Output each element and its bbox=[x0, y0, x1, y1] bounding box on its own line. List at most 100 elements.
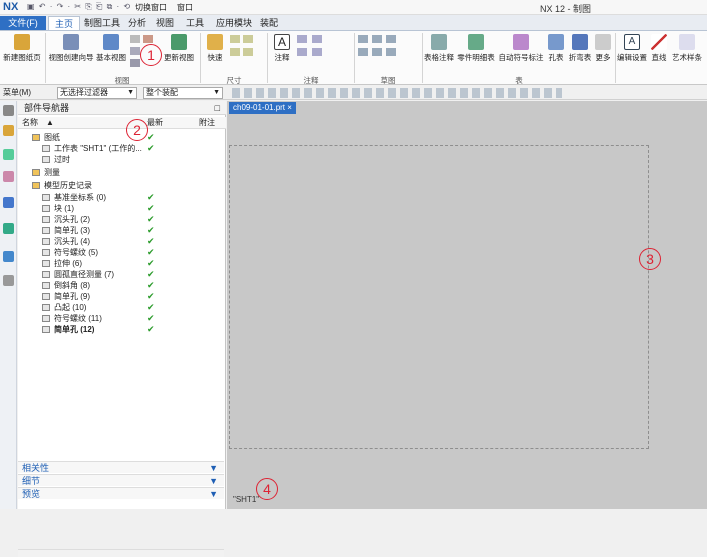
tree-row[interactable]: 沉头孔 (2) ✔ bbox=[18, 214, 224, 225]
tree-row[interactable]: 块 (1) ✔ bbox=[18, 203, 224, 214]
sort-up-icon: ▲ bbox=[46, 118, 54, 127]
sketch-point-icon[interactable] bbox=[372, 48, 382, 56]
hd3d-tools-icon[interactable] bbox=[3, 197, 14, 208]
maximize-icon[interactable]: □ bbox=[215, 101, 220, 115]
detail-view-icon[interactable] bbox=[130, 47, 140, 55]
line-button[interactable]: 直线 bbox=[650, 34, 668, 63]
feature-icon bbox=[42, 216, 50, 223]
update-view-button[interactable]: 更新视图 bbox=[163, 34, 195, 63]
tab-tools[interactable]: 工具 bbox=[180, 16, 210, 30]
panel-dependencies[interactable]: 相关性 ▼ bbox=[18, 461, 224, 473]
assembly-scope-select[interactable]: 整个装配 ▼ bbox=[143, 87, 223, 99]
auto-balloon-button[interactable]: 自动符号标注 bbox=[498, 34, 544, 63]
column-latest[interactable]: 最新 bbox=[147, 117, 163, 129]
view-wizard-label: 视图创建向导 bbox=[48, 53, 94, 62]
surface-finish-icon[interactable] bbox=[297, 48, 307, 56]
tree-row[interactable]: 简单孔 (3) ✔ bbox=[18, 225, 224, 236]
gear-icon[interactable] bbox=[3, 105, 14, 116]
tree-row-label: 简单孔 (12) bbox=[54, 325, 95, 334]
tab-analysis[interactable]: 分析 bbox=[122, 16, 152, 30]
tree-row-label: 沉头孔 (2) bbox=[54, 215, 90, 224]
section-view-icon[interactable] bbox=[143, 35, 153, 43]
document-tab[interactable]: ch09-01-01.prt × bbox=[229, 102, 296, 114]
feature-control-icon[interactable] bbox=[297, 35, 307, 43]
tab-drafting-tools[interactable]: 制图工具 bbox=[78, 16, 126, 30]
parts-list-button[interactable]: 零件明细表 bbox=[456, 34, 496, 63]
feature-icon bbox=[42, 205, 50, 212]
selection-filter-select[interactable]: 无选择过滤器 ▼ bbox=[57, 87, 137, 99]
tab-home[interactable]: 主页 bbox=[48, 16, 81, 30]
assembly-navigator-icon[interactable] bbox=[3, 125, 14, 136]
hole-table-button[interactable]: 孔表 bbox=[545, 34, 567, 63]
sketch-spline-icon[interactable] bbox=[386, 48, 396, 56]
more-button[interactable]: 更多 bbox=[594, 34, 612, 63]
linear-dimension-icon[interactable] bbox=[230, 35, 240, 43]
tree-row[interactable]: 拉伸 (6) ✔ bbox=[18, 258, 224, 269]
web-browser-icon[interactable] bbox=[3, 223, 14, 234]
tree-row-label: 简单孔 (3) bbox=[54, 226, 90, 235]
tree-row[interactable]: 测量 bbox=[18, 167, 224, 178]
tree-row[interactable]: 简单孔 (9) ✔ bbox=[18, 291, 224, 302]
horizontal-scrollbar[interactable] bbox=[18, 549, 224, 557]
roles-icon[interactable] bbox=[3, 275, 14, 286]
datum-icon[interactable] bbox=[312, 35, 322, 43]
tab-assembly[interactable]: 装配 bbox=[254, 16, 284, 30]
sketch-circle-icon[interactable] bbox=[386, 35, 396, 43]
quick-dimension-button[interactable]: 快速 bbox=[203, 34, 227, 63]
chamfer-dimension-icon[interactable] bbox=[243, 48, 253, 56]
bend-table-button[interactable]: 折弯表 bbox=[568, 34, 592, 63]
snap-toolbar[interactable] bbox=[232, 88, 562, 98]
tree-row[interactable]: 沉头孔 (4) ✔ bbox=[18, 236, 224, 247]
tab-view[interactable]: 视图 bbox=[150, 16, 180, 30]
tree-row[interactable]: 简单孔 (12) ✔ bbox=[18, 324, 224, 335]
latest-check-icon: ✔ bbox=[147, 324, 155, 334]
tab-applications[interactable]: 应用模块 bbox=[210, 16, 258, 30]
break-view-icon[interactable] bbox=[130, 59, 140, 67]
panel-preview[interactable]: 预览 ▼ bbox=[18, 487, 224, 499]
table-note-button[interactable]: 表格注释 bbox=[424, 34, 454, 63]
quick-access-toolbar[interactable]: ▣ ↶ · ↷ · ✂ ⎘ ⎗ ⧉ · ⟲ bbox=[27, 2, 131, 12]
latest-check-icon: ✔ bbox=[147, 313, 155, 323]
view-wizard-icon bbox=[63, 34, 79, 50]
tree-row[interactable]: 过时 bbox=[18, 154, 224, 165]
tree-row[interactable]: 基准坐标系 (0) ✔ bbox=[18, 192, 224, 203]
tree-row-label: 简单孔 (9) bbox=[54, 292, 90, 301]
window-menu[interactable]: 窗口 bbox=[177, 2, 193, 13]
tree-row[interactable]: 圆孤直径测量 (7) ✔ bbox=[18, 269, 224, 280]
tree-row[interactable]: 模型历史记录 bbox=[18, 180, 224, 191]
tree-row[interactable]: 图纸 ✔ bbox=[18, 132, 224, 143]
column-name[interactable]: 名称 bbox=[22, 117, 38, 129]
projected-view-icon[interactable] bbox=[130, 35, 140, 43]
new-sheet-button[interactable]: 新建图纸页 bbox=[3, 34, 41, 63]
sketch-arc-icon[interactable] bbox=[372, 35, 382, 43]
new-sheet-icon bbox=[14, 34, 30, 50]
switch-window-button[interactable]: 切换窗口 bbox=[135, 2, 167, 13]
chevron-down-icon: ▼ bbox=[127, 89, 134, 96]
tree-row[interactable]: 符号螺纹 (5) ✔ bbox=[18, 247, 224, 258]
menu-button[interactable]: 菜单(M) bbox=[3, 87, 31, 98]
panel-dependencies-label: 相关性 bbox=[22, 463, 50, 473]
history-icon[interactable] bbox=[3, 251, 14, 262]
view-wizard-button[interactable]: 视图创建向导 bbox=[48, 34, 94, 63]
weld-symbol-icon[interactable] bbox=[312, 48, 322, 56]
tree-row[interactable]: 凸起 (10) ✔ bbox=[18, 302, 224, 313]
tree-row[interactable]: 倒斜角 (8) ✔ bbox=[18, 280, 224, 291]
close-icon[interactable]: × bbox=[287, 103, 292, 112]
panel-details[interactable]: 细节 ▼ bbox=[18, 474, 224, 486]
base-view-button[interactable]: 基本视图 bbox=[95, 34, 127, 63]
tree-row[interactable]: 符号螺纹 (11) ✔ bbox=[18, 313, 224, 324]
line-label: 直线 bbox=[651, 53, 667, 62]
angular-dimension-icon[interactable] bbox=[230, 48, 240, 56]
column-note[interactable]: 附注 bbox=[199, 117, 215, 129]
annotation-button[interactable]: A 注释 bbox=[270, 34, 294, 63]
art-spline-button[interactable]: 艺术样条 bbox=[670, 34, 704, 63]
sketch-line-icon[interactable] bbox=[358, 35, 368, 43]
reuse-library-icon[interactable] bbox=[3, 171, 14, 182]
sketch-rect-icon[interactable] bbox=[358, 48, 368, 56]
edit-settings-button[interactable]: A 编辑设置 bbox=[617, 34, 647, 63]
part-navigator-icon[interactable] bbox=[3, 149, 14, 160]
tab-file[interactable]: 文件(F) bbox=[0, 16, 46, 30]
tree-row[interactable]: 工作表 "SHT1" (工作的... ✔ bbox=[18, 143, 224, 154]
radial-dimension-icon[interactable] bbox=[243, 35, 253, 43]
auto-balloon-icon bbox=[513, 34, 529, 50]
